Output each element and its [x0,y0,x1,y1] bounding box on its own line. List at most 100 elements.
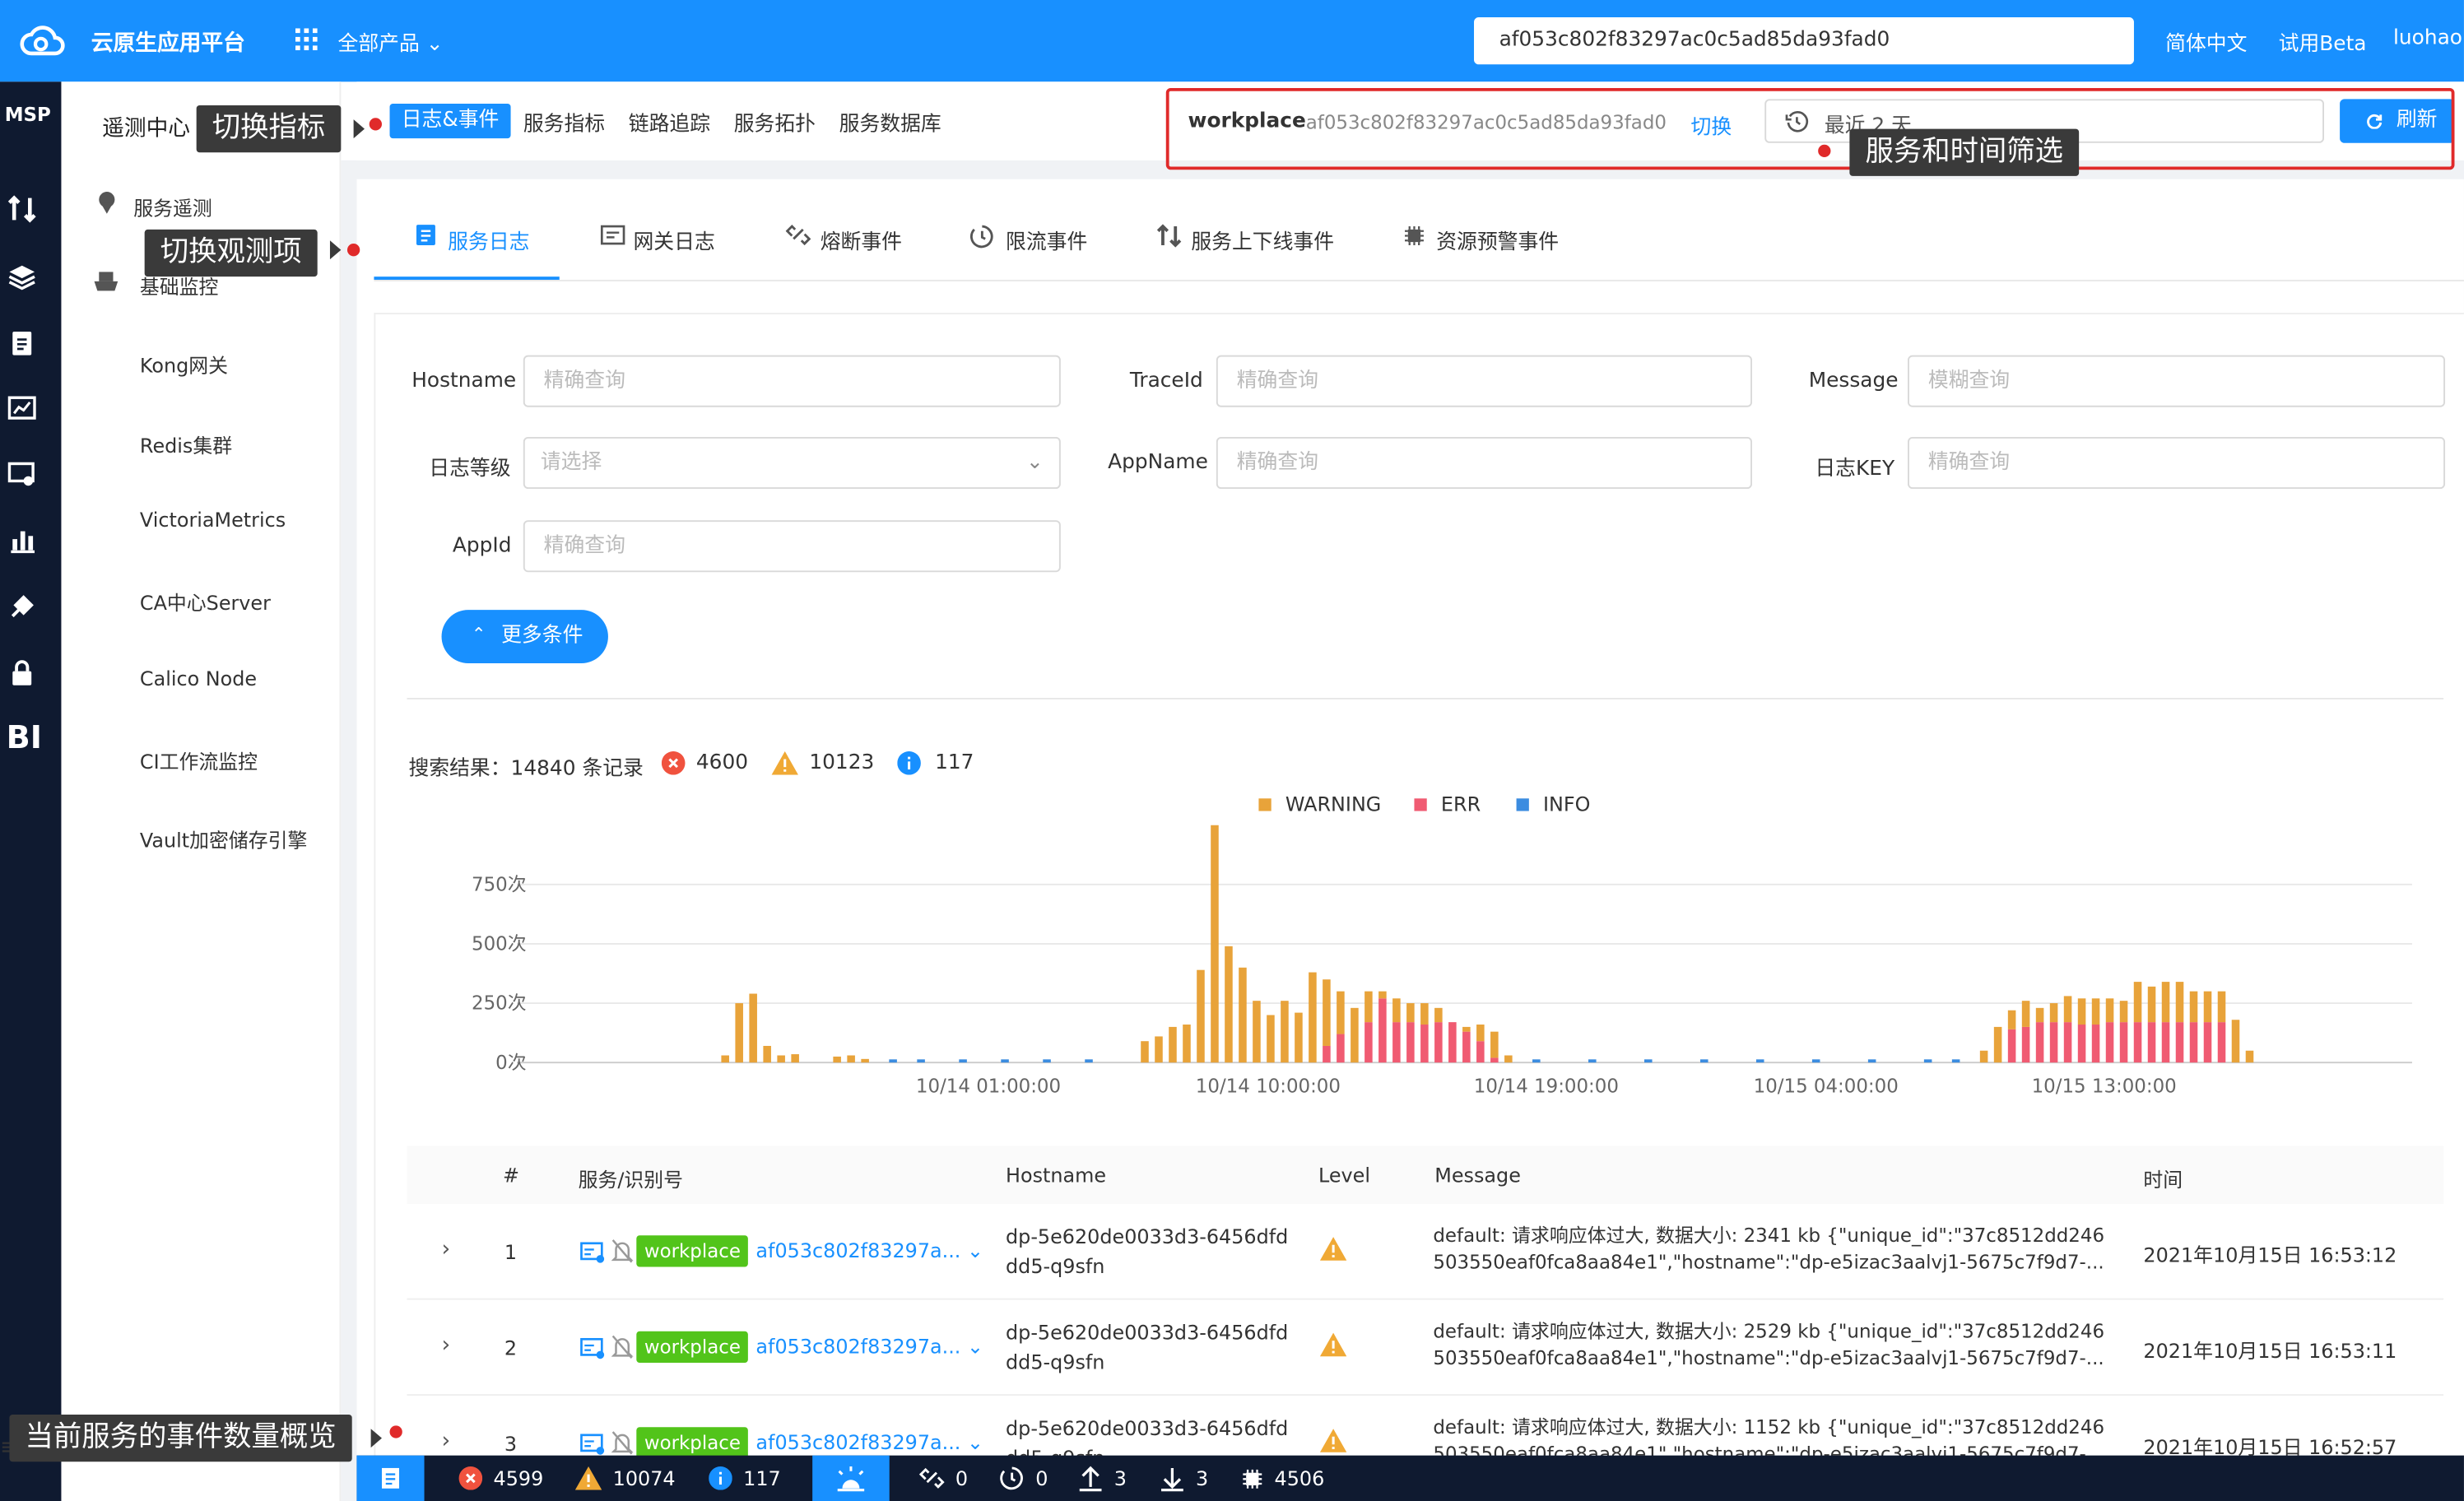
layers-icon[interactable] [8,263,36,290]
bar-err [1337,1034,1345,1063]
sidebar-item-service-telemetry[interactable]: 服务遥测 [133,192,212,221]
lock-icon[interactable] [8,658,36,686]
bar-err [2133,1022,2142,1063]
expand-chevron-icon[interactable]: › [442,1333,451,1359]
bar-warning [2189,991,2198,1023]
service-id-text: af053c802f83297a... [755,1430,961,1454]
tab-topology[interactable]: 服务拓扑 [734,107,816,137]
service-tag[interactable]: workplace [636,1331,749,1363]
more-conditions-button[interactable]: ⌃ 更多条件 [441,610,608,664]
top-bar: 云原生应用平台 全部产品 ⌄ af053c802f83297ac0c5ad85d… [0,0,2464,82]
legend-swatch [1414,798,1427,811]
message-line2: 503550eaf0fca8aa84e1","hostname":"dp-e5i… [1433,1251,2104,1274]
side-nav: 遥测中心 服务遥测 基础监控 ⌃ Kong网关 Redis集群 Victoria… [61,81,342,1501]
bar-err [2175,1022,2184,1063]
grid-menu-icon[interactable] [295,28,318,51]
screen-gear-icon[interactable] [7,461,36,489]
traceid-input[interactable]: 精确查询 [1216,355,1752,407]
service-id-link[interactable]: af053c802f83297a... ⌄ [755,1238,983,1262]
chevron-down-icon: ⌄ [1026,451,1044,475]
tab-rate-limit[interactable]: 限流事件 [1006,225,1087,255]
bar-chart-icon[interactable] [8,527,36,555]
ice-cream-icon [99,192,115,214]
bar-warning [777,1055,785,1063]
language-switch[interactable]: 简体中文 [2165,26,2247,57]
bar-err [1462,1031,1471,1063]
bar-warning [2203,991,2212,1023]
log-level-select[interactable]: 请选择 ⌄ [523,436,1061,490]
service-id-link[interactable]: af053c802f83297a... ⌄ [755,1335,983,1359]
bar-warning [2119,1001,2128,1023]
bar-err [2007,1029,2016,1063]
clipboard-icon[interactable] [8,328,36,356]
sidebar-item-redis[interactable]: Redis集群 [140,429,232,458]
service-id-link[interactable]: af053c802f83297a... ⌄ [755,1430,983,1454]
tab-service-log[interactable]: 服务日志 [448,225,529,255]
bar-warning [1197,969,1205,1063]
expand-chevron-icon[interactable]: › [442,1429,451,1454]
expand-chevron-icon[interactable]: › [442,1237,451,1262]
sidebar-item-kong[interactable]: Kong网关 [140,349,228,379]
tab-trace[interactable]: 链路追踪 [629,107,710,137]
hostname-input[interactable]: 精确查询 [523,355,1061,407]
bar-warning [2217,991,2226,1023]
alert-tab-button[interactable] [812,1455,890,1501]
sidebar-item-ci-workflow[interactable]: CI工作流监控 [140,745,258,774]
search-result-summary: 搜索结果：14840 条记录 [408,757,644,782]
table-header [407,1146,2444,1205]
service-tag[interactable]: workplace [636,1235,749,1267]
bar-warning [847,1055,855,1063]
tab-service-online[interactable]: 服务上下线事件 [1191,225,1334,255]
bar-warning [2021,1001,2030,1027]
bar-warning [1406,1003,1415,1023]
global-search-input[interactable]: af053c802f83297ac0c5ad85da93fad0 [1474,17,2134,65]
user-menu[interactable]: luohao [2393,26,2462,50]
log-tab-button[interactable] [356,1455,425,1501]
error-icon [661,750,686,775]
rail-bi-icon[interactable]: BI [7,718,42,756]
tab-database[interactable]: 服务数据库 [839,107,941,137]
time-cell: 2021年10月15日 16:53:12 [2143,1243,2397,1267]
chevron-up-icon: ⌃ [471,624,486,645]
tab-service-metrics[interactable]: 服务指标 [523,107,605,137]
sidebar-item-victoria[interactable]: VictoriaMetrics [140,508,286,532]
tab-resource-alert[interactable]: 资源预警事件 [1436,225,1559,255]
log-key-input[interactable]: 精确查询 [1908,436,2446,490]
tab-circuit-breaker[interactable]: 熔断事件 [821,225,902,255]
appname-input[interactable]: 精确查询 [1216,436,1752,490]
tab-logs-events[interactable]: 日志&事件 [389,104,511,139]
message-line1: default: 请求响应体过大, 数据大小: 1152 kb {"unique… [1433,1415,2105,1438]
cloud-logo-icon[interactable] [19,22,66,60]
error-icon [458,1466,483,1490]
brand-title[interactable]: 云原生应用平台 [91,26,245,58]
sidebar-item-ca-server[interactable]: CA中心Server [140,586,271,616]
sidebar-item-calico[interactable]: Calico Node [140,667,257,690]
bottom-breaker-count: 0 [955,1466,969,1490]
service-tag[interactable]: workplace [636,1427,749,1459]
all-products-menu[interactable]: 全部产品 ⌄ [338,26,444,57]
tooltip-switch-observe: 切换观测项 [144,229,318,277]
appid-input[interactable]: 精确查询 [523,520,1061,573]
bar-warning [735,1003,743,1063]
bar-warning [1309,972,1317,1063]
deploy-arrows-icon[interactable] [7,195,36,223]
monitor-chart-icon[interactable] [7,394,36,422]
bar-err [2161,1022,2170,1063]
warning-level-icon [1319,1237,1347,1261]
warning-icon [574,1466,602,1490]
bar-warning [2231,1020,2240,1063]
bottom-offline-count: 3 [1196,1466,1209,1490]
beta-link[interactable]: 试用Beta [2279,26,2367,57]
chevron-down-icon: ⌄ [967,1430,984,1454]
tab-gateway-log[interactable]: 网关日志 [633,225,714,255]
message-input[interactable]: 模糊查询 [1908,355,2446,407]
message-line2: 503550eaf0fca8aa84e1","hostname":"dp-e5i… [1433,1346,2104,1369]
hostname-line1: dp-5e620de0033d3-6456dfd [1006,1224,1289,1248]
rail-msp-label[interactable]: MSP [5,104,51,126]
bottom-error-count: 4599 [493,1466,544,1490]
broken-link-icon [785,225,811,246]
bar-warning [1281,1001,1289,1063]
sidebar-item-vault[interactable]: Vault加密储存引擎 [140,824,307,853]
plug-icon[interactable] [8,592,36,620]
message-label: Message [1808,369,1899,393]
